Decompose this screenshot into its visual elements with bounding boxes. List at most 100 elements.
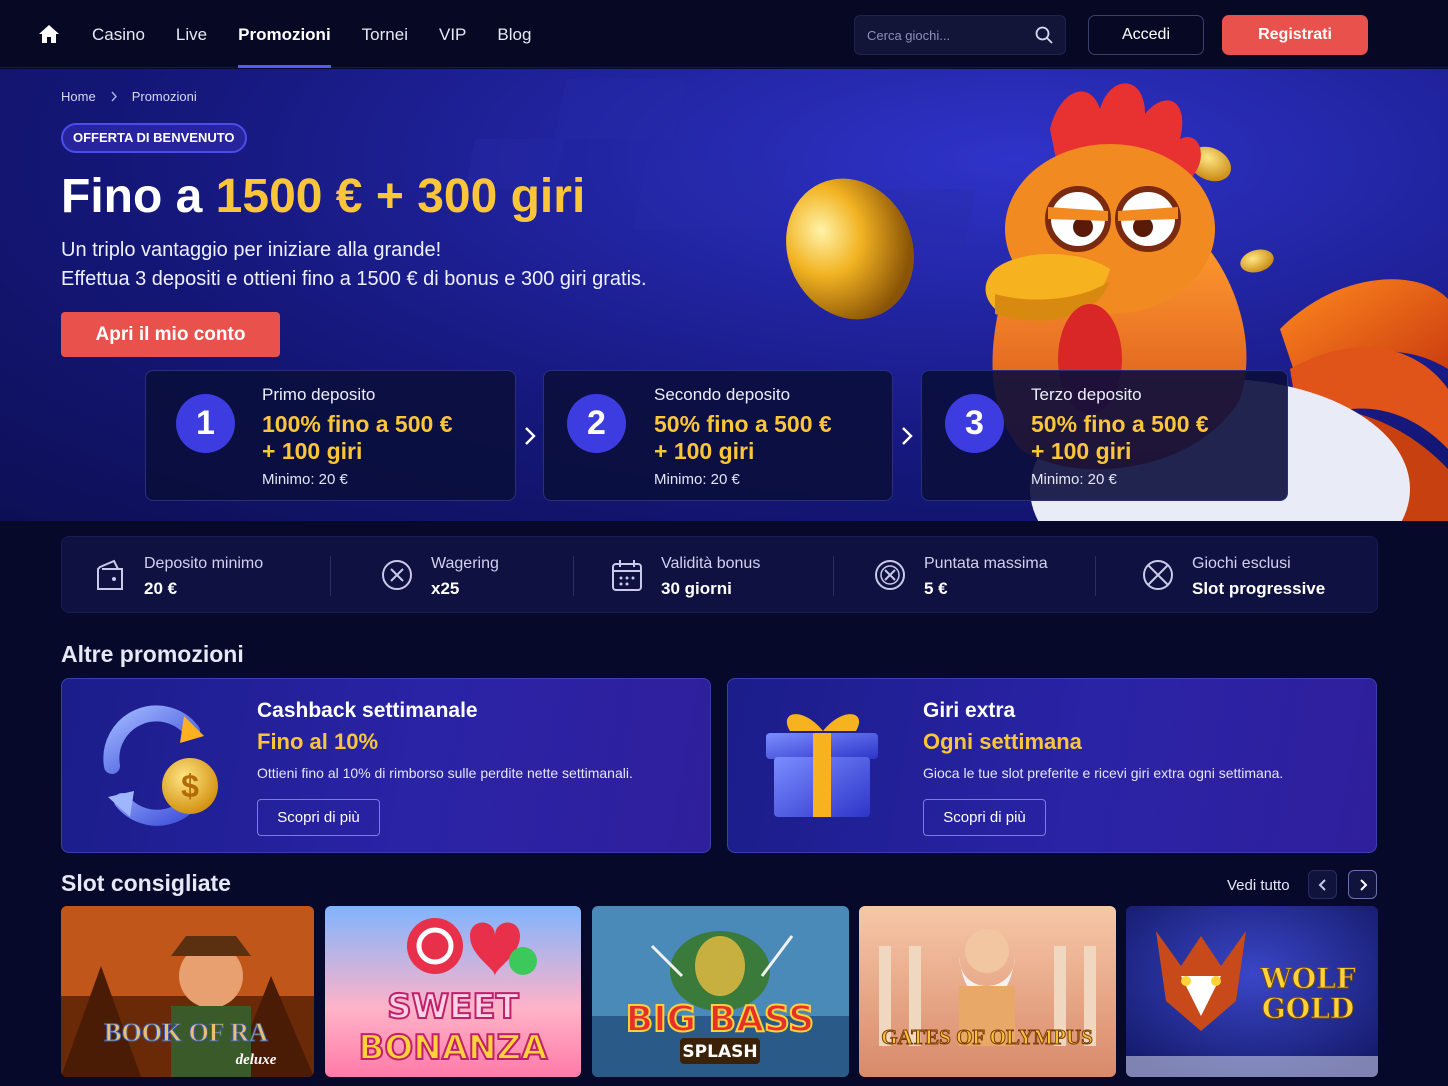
terms-label: Puntata massima <box>924 555 1048 572</box>
deposit-card-3: 3 Terzo deposito 50% fino a 500 € + 100 … <box>921 370 1288 501</box>
nav-link-promozioni[interactable]: Promozioni <box>238 0 331 68</box>
slot-artwork-book-of-ra: BOOK OF RA deluxe <box>61 906 314 1077</box>
nav-link-vip[interactable]: VIP <box>439 0 466 68</box>
terms-item-excluded-games: Giochi esclusi Slot progressive <box>1096 537 1379 614</box>
recommended-slots-title: Slot consigliate <box>61 870 231 896</box>
terms-label: Validità bonus <box>661 555 761 572</box>
slot-tile-gates-of-olympus[interactable]: GATES OF OLYMPUS <box>859 906 1116 1077</box>
excluded-icon <box>1143 560 1173 590</box>
chevron-left-icon <box>1318 879 1326 891</box>
slot-subtitle: GOLD <box>1262 992 1354 1025</box>
see-all-link[interactable]: Vedi tutto <box>1227 877 1290 894</box>
nav-link-tornei[interactable]: Tornei <box>362 0 408 68</box>
promo-card-extra-spins: Giri extra Ogni settimana Gioca le tue s… <box>727 678 1377 853</box>
slot-tile-wolf-gold[interactable]: WOLF GOLD <box>1126 906 1378 1077</box>
slot-artwork-wolf-gold: WOLF GOLD <box>1126 906 1378 1077</box>
deposit-title: Primo deposito <box>262 385 376 404</box>
welcome-offer-badge: OFFERTA DI BENVENUTO <box>61 123 247 153</box>
other-promotions-title: Altre promozioni <box>61 641 244 667</box>
promo-card-cashback: $ Cashback settimanale Fino al 10% Ottie… <box>61 678 711 853</box>
search-icon[interactable] <box>1035 26 1053 44</box>
slots-prev-button[interactable] <box>1308 870 1337 899</box>
deposit-offer-line-2: + 100 giri <box>654 438 755 464</box>
gift-box-icon <box>766 714 878 817</box>
terms-value: 5 € <box>924 579 948 598</box>
terms-value: x25 <box>431 579 460 598</box>
breadcrumb-current: Promozioni <box>131 89 197 104</box>
deposit-offer-line-1: 100% fino a 500 € <box>262 411 453 437</box>
terms-label: Deposito minimo <box>144 555 264 572</box>
slot-title: SWEET <box>387 987 519 1027</box>
learn-more-button[interactable]: Scopri di più <box>257 799 380 836</box>
deposit-minimum: Minimo: 20 € <box>654 471 740 488</box>
home-icon[interactable] <box>38 24 60 44</box>
hero-subtitle-line-1: Un triplo vantaggio per iniziare alla gr… <box>61 239 442 261</box>
slot-tile-sweet-bonanza[interactable]: SWEET BONANZA <box>325 906 581 1077</box>
open-account-button[interactable]: Apri il mio conto <box>61 312 280 357</box>
hero-title-prefix: Fino a <box>61 170 203 223</box>
nav-link-live[interactable]: Live <box>176 0 207 68</box>
terms-label: Wagering <box>431 555 499 572</box>
terms-item-validity: Validità bonus 30 giorni <box>574 537 833 614</box>
promo-title: Giri extra <box>923 699 1016 722</box>
terms-value: Slot progressive <box>1192 579 1326 598</box>
wallet-icon <box>97 559 123 590</box>
chevron-right-icon <box>1360 879 1368 891</box>
slot-tile-big-bass-splash[interactable]: BIG BASS SPLASH <box>592 906 849 1077</box>
login-button[interactable]: Accedi <box>1088 15 1204 55</box>
slot-subtitle: deluxe <box>236 1052 277 1068</box>
terms-item-wagering: Wagering x25 <box>331 537 573 614</box>
deposit-card-2: 2 Secondo deposito 50% fino a 500 € + 10… <box>543 370 893 501</box>
register-button[interactable]: Registrati <box>1222 15 1368 55</box>
deposit-offer-line-2: + 100 giri <box>262 438 363 464</box>
promo-highlight: Fino al 10% <box>257 729 379 754</box>
hero-subtitle-line-2: Effettua 3 depositi e ottieni fino a 150… <box>61 268 647 290</box>
slot-title: WOLF <box>1259 962 1356 995</box>
slots-next-button[interactable] <box>1348 870 1377 899</box>
hero-subtitle: Un triplo vantaggio per iniziare alla gr… <box>61 236 647 294</box>
nav-links: Casino Live Promozioni Tornei VIP Blog <box>92 0 531 68</box>
terms-item-min-deposit: Deposito minimo 20 € <box>62 537 330 614</box>
chevron-right-icon <box>111 91 117 102</box>
nav-link-blog[interactable]: Blog <box>497 0 531 68</box>
deposit-offer-line-1: 50% fino a 500 € <box>654 411 832 437</box>
terms-label: Giochi esclusi <box>1192 555 1291 572</box>
nav-link-casino[interactable]: Casino <box>92 0 145 68</box>
promo-description: Ottieni fino al 10% di rimborso sulle pe… <box>257 765 633 781</box>
deposit-card-1: 1 Primo deposito 100% fino a 500 € + 100… <box>145 370 516 501</box>
deposit-offer: 50% fino a 500 € + 100 giri <box>1031 411 1209 465</box>
deposit-step-number: 1 <box>176 394 235 453</box>
slot-artwork-gates-of-olympus: GATES OF OLYMPUS <box>859 906 1116 1077</box>
terms-value: 30 giorni <box>661 579 732 598</box>
slot-subtitle: SPLASH <box>682 1042 757 1062</box>
top-navigation: Casino Live Promozioni Tornei VIP Blog A… <box>0 0 1448 68</box>
deposit-title: Terzo deposito <box>1031 385 1142 404</box>
promo-highlight: Ogni settimana <box>923 729 1082 754</box>
deposit-offer: 100% fino a 500 € + 100 giri <box>262 411 453 465</box>
welcome-hero: Home Promozioni OFFERTA DI BENVENUTO Fin… <box>0 69 1448 521</box>
svg-text:$: $ <box>181 768 199 804</box>
learn-more-button[interactable]: Scopri di più <box>923 799 1046 836</box>
background-tile <box>632 159 788 229</box>
deposit-minimum: Minimo: 20 € <box>1031 471 1117 488</box>
slot-artwork-big-bass-splash: BIG BASS SPLASH <box>592 906 849 1077</box>
chevron-right-icon <box>902 427 913 445</box>
hero-title-highlight: 1500 € + 300 giri <box>215 170 586 223</box>
deposit-minimum: Minimo: 20 € <box>262 471 348 488</box>
cashback-coin-icon: $ <box>103 705 218 826</box>
slot-subtitle: BONANZA <box>358 1028 548 1068</box>
bonus-terms-strip: Deposito minimo 20 € Wagering x25 Validi… <box>61 536 1378 613</box>
terms-value: 20 € <box>144 579 178 598</box>
slot-title: BIG BASS <box>626 999 814 1040</box>
search-input[interactable] <box>867 16 1027 54</box>
slot-title: BOOK OF RA <box>104 1018 268 1047</box>
breadcrumb-home[interactable]: Home <box>61 89 96 104</box>
deposit-offer-line-2: + 100 giri <box>1031 438 1132 464</box>
chevron-right-icon <box>525 427 536 445</box>
terms-item-max-bet: Puntata massima 5 € <box>834 537 1095 614</box>
slot-tile-book-of-ra[interactable]: BOOK OF RA deluxe <box>61 906 314 1077</box>
background-tile <box>553 79 687 139</box>
search-box <box>854 15 1066 55</box>
wager-icon <box>382 560 412 590</box>
deposit-step-number: 3 <box>945 394 1004 453</box>
